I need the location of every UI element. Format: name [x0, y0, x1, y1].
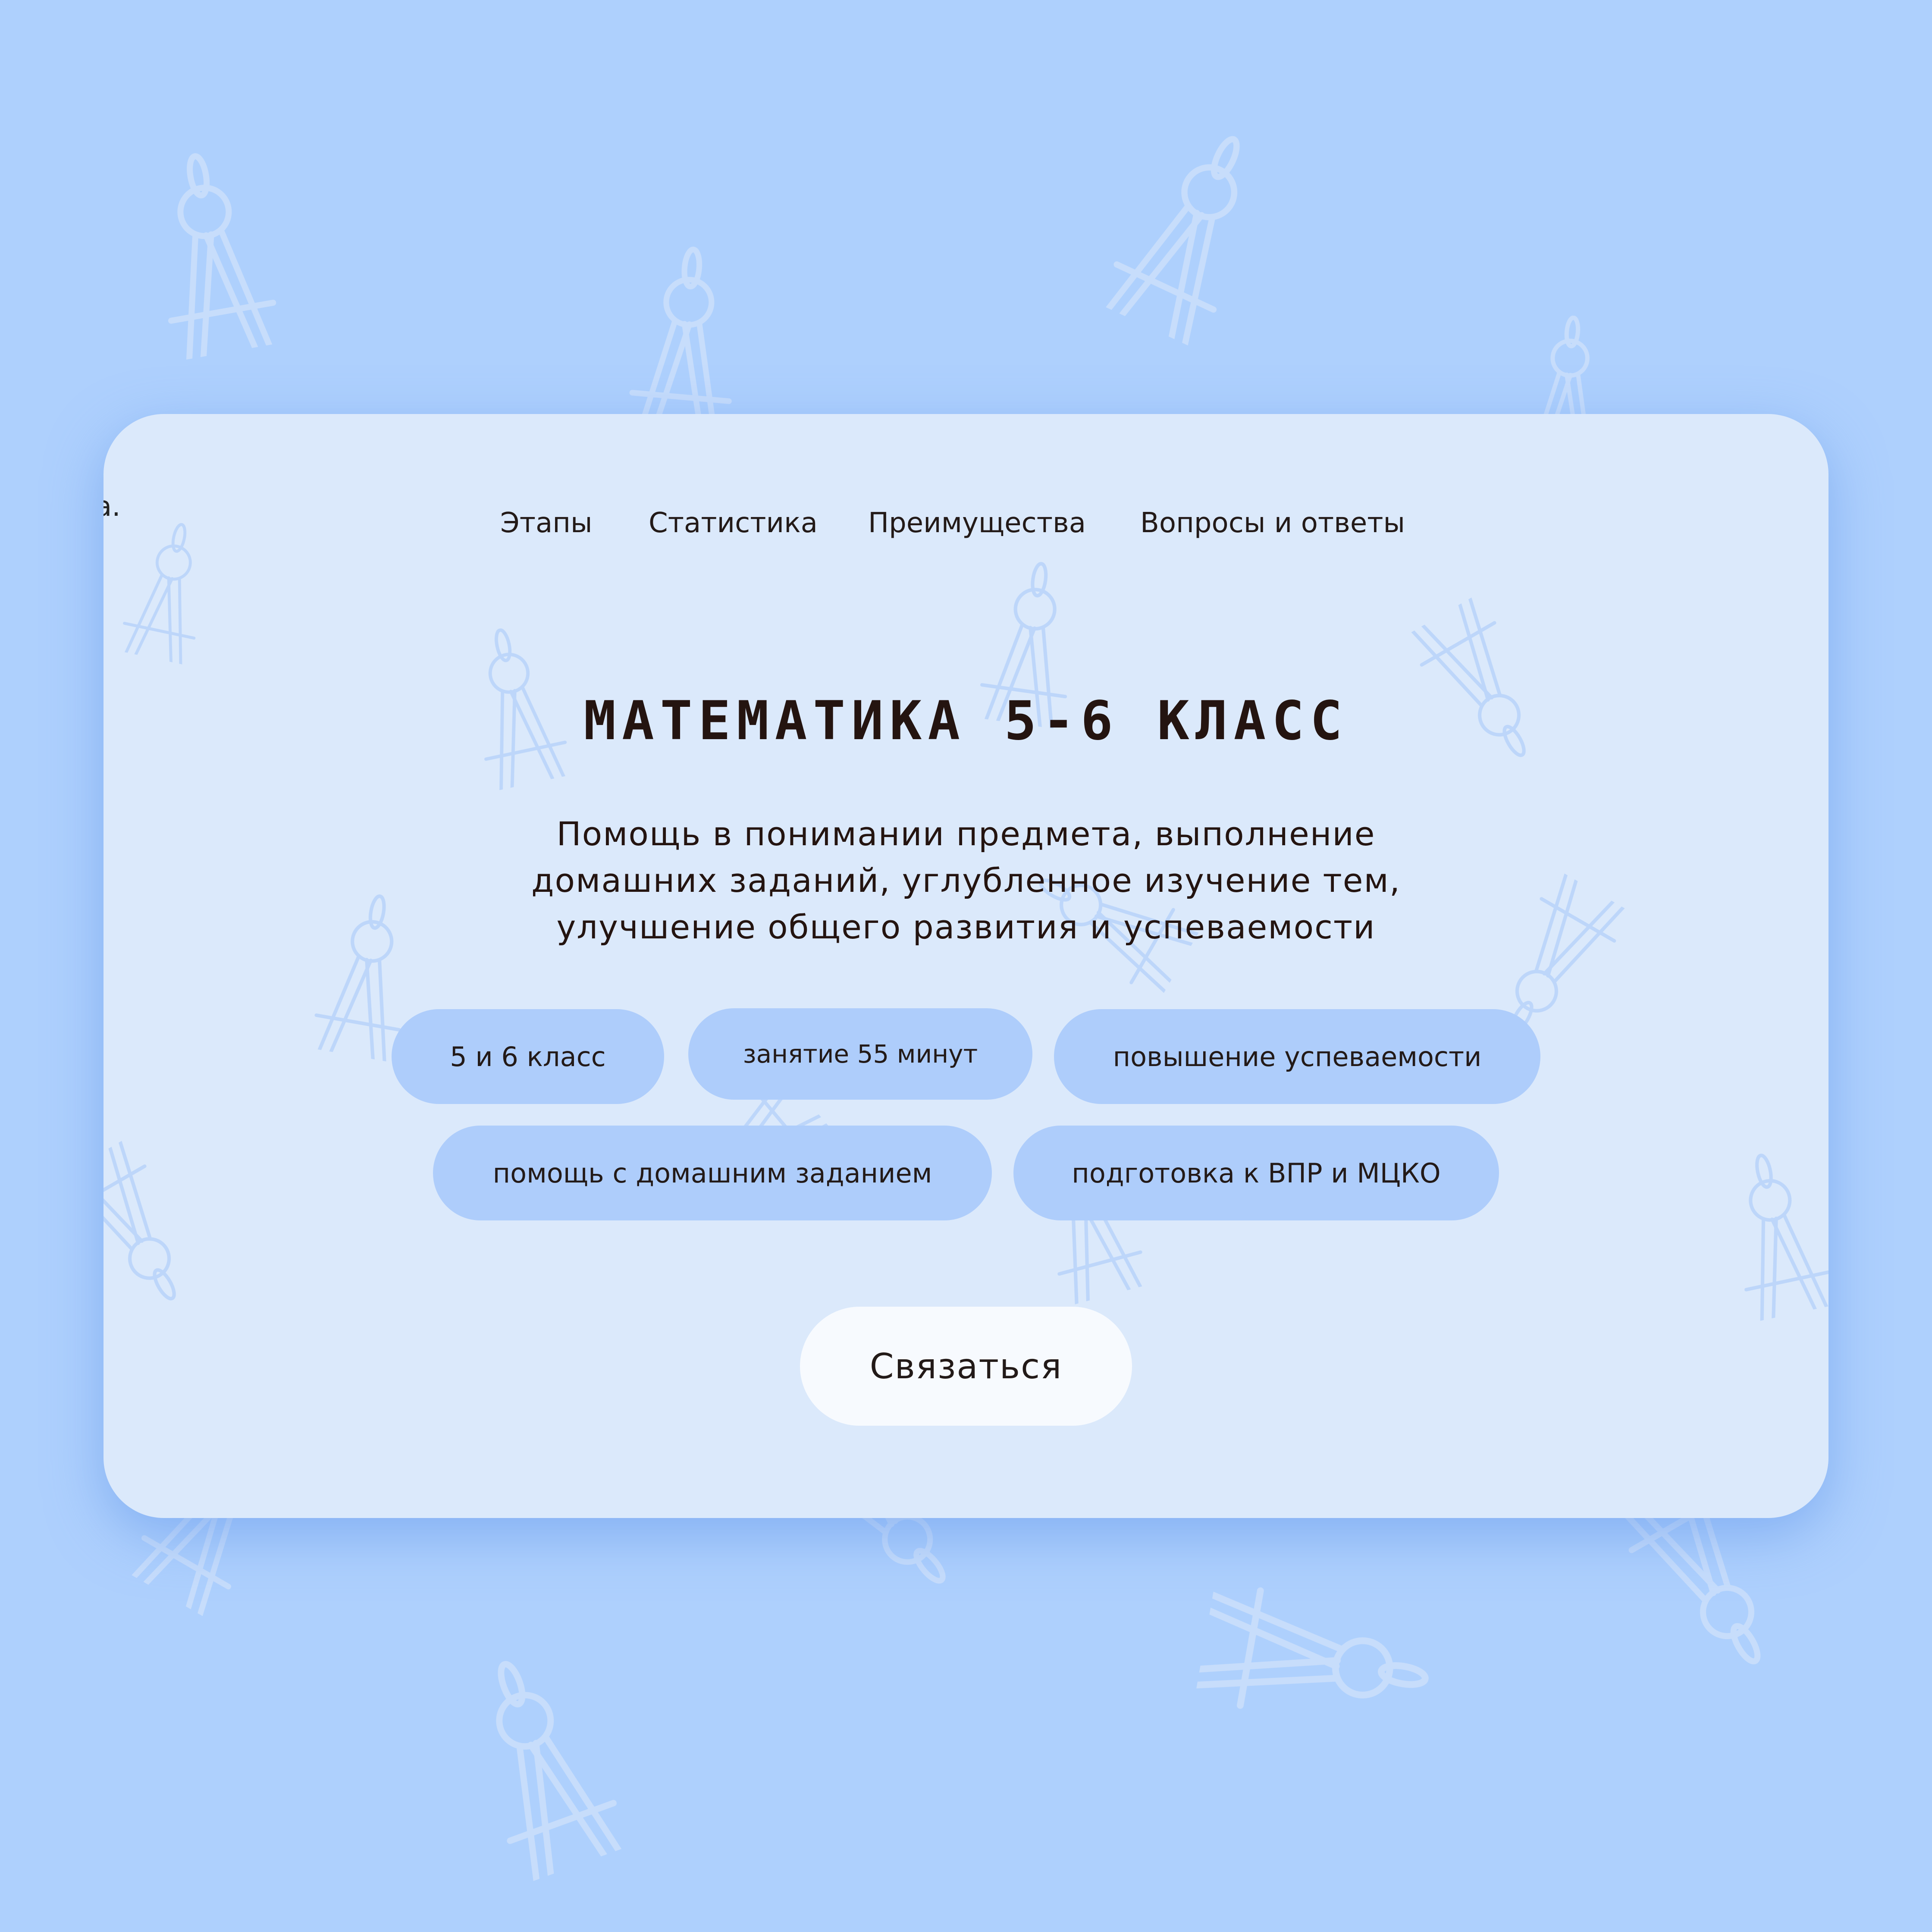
- contact-button[interactable]: Связаться: [800, 1307, 1132, 1426]
- drafting-compass-icon: [1138, 1573, 1436, 1736]
- drafting-compass-icon: [1076, 117, 1283, 396]
- drafting-compass-icon: [104, 1101, 209, 1319]
- nav-item-voprosy-i-otvety[interactable]: Вопросы и ответы: [1140, 507, 1405, 539]
- drafting-compass-icon: [144, 147, 289, 412]
- nav-item-statistika[interactable]: Статистика: [649, 507, 818, 539]
- page-subtitle: Помощь в понимании предмета, выполнение …: [492, 811, 1440, 950]
- page-title: МАТЕМАТИКА 5-6 КЛАСС: [583, 690, 1349, 752]
- tag-vpr-mcko-prep: подготовка к ВПР и МЦКО: [1013, 1126, 1499, 1220]
- subtitle-line: домашних заданий, углубленное изучение т…: [531, 861, 1401, 900]
- tag-homework-help: помощь с домашним заданием: [433, 1126, 992, 1220]
- top-navigation: Этапы Статистика Преимущества Вопросы и …: [104, 414, 1828, 612]
- nav-item-preimushchestva[interactable]: Преимущества: [868, 507, 1086, 539]
- tag-grade: 5 и 6 класс: [392, 1009, 664, 1104]
- drafting-compass-icon: [1719, 1147, 1828, 1363]
- tag-performance: повышение успеваемости: [1054, 1009, 1540, 1104]
- tag-lesson-duration: занятие 55 минут: [688, 1008, 1032, 1100]
- subtitle-line: Помощь в понимании предмета, выполнение: [556, 815, 1376, 853]
- nav-item-etapy[interactable]: Этапы: [500, 507, 593, 539]
- drafting-compass-icon: [453, 1646, 647, 1932]
- subtitle-line: улучшение общего развития и успеваемости: [556, 908, 1376, 946]
- hero-card: a. Этапы Статистика Преимущества Вопросы…: [104, 414, 1828, 1518]
